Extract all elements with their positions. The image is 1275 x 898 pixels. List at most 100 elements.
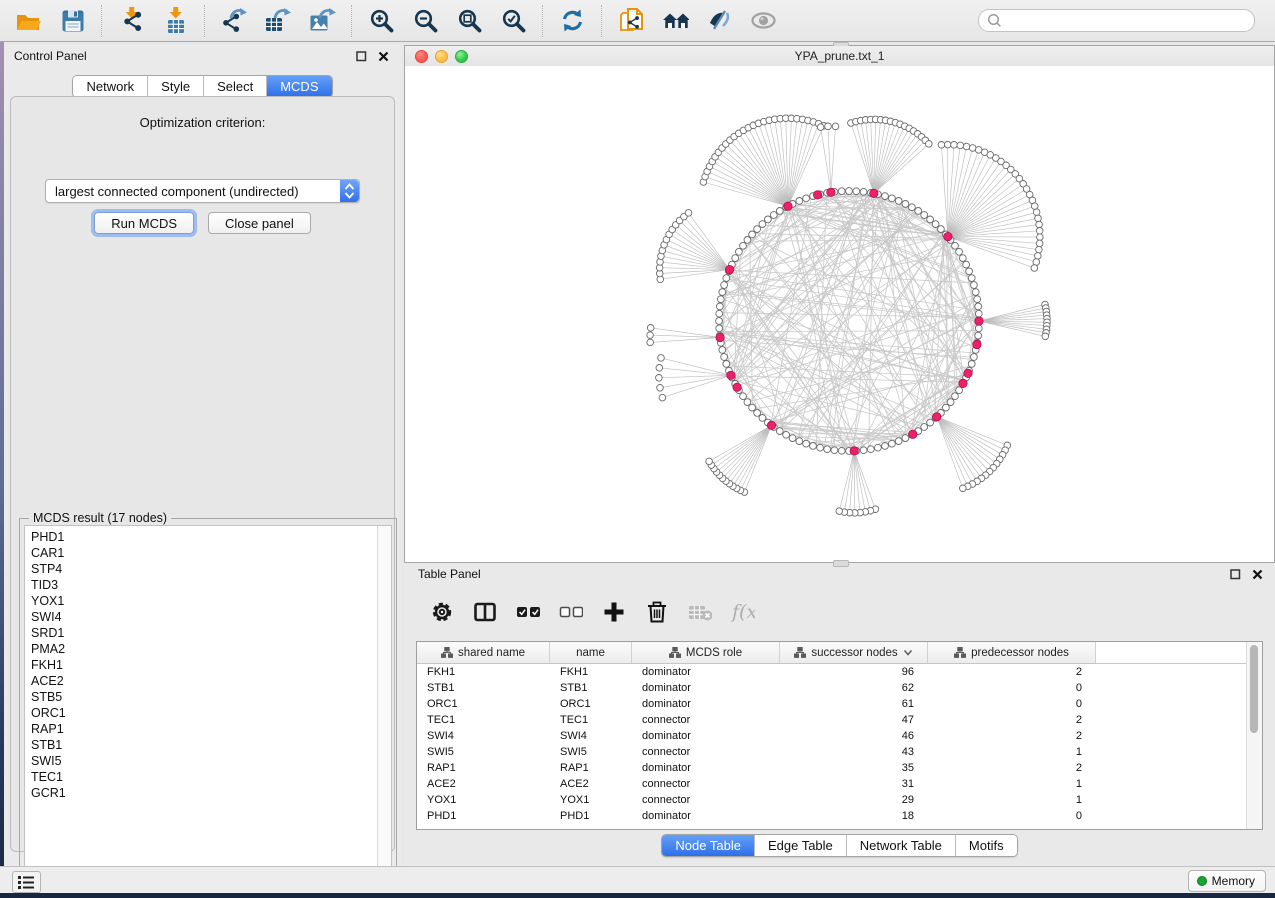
table-toolbar: f(x) <box>404 589 1275 635</box>
table-options-icon[interactable] <box>430 600 454 624</box>
table-tabstrip: Node TableEdge TableNetwork TableMotifs <box>404 834 1275 857</box>
table-tab-node-table[interactable]: Node Table <box>662 835 754 856</box>
table-row[interactable]: ORC1ORC1dominator610 <box>417 696 1246 712</box>
zoom-fit-icon[interactable] <box>456 7 483 34</box>
tab-style[interactable]: Style <box>147 76 203 97</box>
list-item[interactable]: STB1 <box>31 737 377 753</box>
export-table-icon[interactable] <box>265 7 292 34</box>
clone-network-icon[interactable] <box>618 7 645 34</box>
network-titlebar[interactable]: YPA_prune.txt_1 <box>405 46 1274 67</box>
network-graph[interactable] <box>405 66 1274 562</box>
search-input[interactable] <box>1003 12 1254 30</box>
list-item[interactable]: RAP1 <box>31 721 377 737</box>
save-session-icon[interactable] <box>59 7 86 34</box>
table-tab-network-table[interactable]: Network Table <box>846 835 955 856</box>
deselect-all-icon[interactable] <box>559 600 583 624</box>
list-item[interactable]: CAR1 <box>31 545 377 561</box>
memory-button[interactable]: Memory <box>1188 870 1266 892</box>
list-item[interactable]: TID3 <box>31 577 377 593</box>
float-icon[interactable] <box>1229 568 1241 580</box>
table-row[interactable]: SWI4SWI4dominator462 <box>417 728 1246 744</box>
toolbar-icon-groups <box>0 5 792 37</box>
network-home-icon[interactable] <box>662 7 689 34</box>
float-icon[interactable] <box>355 50 367 62</box>
toolbar-group <box>603 7 792 34</box>
zoom-out-icon[interactable] <box>412 7 439 34</box>
table-tab-edge-table[interactable]: Edge Table <box>754 835 846 856</box>
cell-predecessor-nodes: 2 <box>928 712 1096 728</box>
list-item[interactable]: SWI4 <box>31 609 377 625</box>
table-panel: Table Panel f(x) shared namenameMCDS rol… <box>404 563 1275 866</box>
tree-icon <box>794 647 806 658</box>
cell-predecessor-nodes: 2 <box>928 664 1096 680</box>
table-scrollbar-thumb[interactable] <box>1250 645 1258 733</box>
table-row[interactable]: RAP1RAP1dominator352 <box>417 760 1246 776</box>
close-icon[interactable] <box>1251 568 1263 580</box>
mcds-list-scrollbar[interactable] <box>377 526 391 885</box>
show-columns-icon[interactable] <box>473 600 497 624</box>
table-row[interactable]: STB1STB1dominator620 <box>417 680 1246 696</box>
cell-successor-nodes: 29 <box>780 792 928 808</box>
hide-panels-icon[interactable] <box>706 7 733 34</box>
run-mcds-button[interactable]: Run MCDS <box>94 212 194 234</box>
column-label: shared name <box>458 647 525 659</box>
table-row[interactable]: ACE2ACE2connector311 <box>417 776 1246 792</box>
cell-predecessor-nodes: 2 <box>928 760 1096 776</box>
table-row[interactable]: FKH1FKH1dominator962 <box>417 664 1246 680</box>
column-header-mcds-role[interactable]: MCDS role <box>632 642 780 663</box>
tab-mcds[interactable]: MCDS <box>266 76 331 97</box>
list-item[interactable]: STP4 <box>31 561 377 577</box>
list-item[interactable]: STB5 <box>31 689 377 705</box>
column-header-predecessor-nodes[interactable]: predecessor nodes <box>928 642 1096 663</box>
list-item[interactable]: PHD1 <box>31 529 377 545</box>
cell-successor-nodes: 31 <box>780 776 928 792</box>
column-header-successor-nodes[interactable]: successor nodes <box>780 642 928 663</box>
export-image-icon[interactable] <box>309 7 336 34</box>
close-panel-button[interactable]: Close panel <box>208 212 311 234</box>
task-history-button[interactable] <box>12 871 41 893</box>
close-icon[interactable] <box>377 50 389 62</box>
list-item[interactable]: PMA2 <box>31 641 377 657</box>
mcds-result-list: PHD1CAR1STP4TID3YOX1SWI4SRD1PMA2FKH1ACE2… <box>24 525 392 886</box>
table-scrollbar[interactable] <box>1246 642 1262 829</box>
cell-predecessor-nodes: 1 <box>928 776 1096 792</box>
cell-name: FKH1 <box>550 664 632 680</box>
list-item[interactable]: ORC1 <box>31 705 377 721</box>
tab-select[interactable]: Select <box>203 76 266 97</box>
list-item[interactable]: SRD1 <box>31 625 377 641</box>
optimization-dropdown[interactable]: largest connected component (undirected) <box>45 179 360 203</box>
list-icon <box>17 874 36 890</box>
list-item[interactable]: GCR1 <box>31 785 377 801</box>
cell-predecessor-nodes: 2 <box>928 728 1096 744</box>
table-tab-motifs[interactable]: Motifs <box>955 835 1017 856</box>
node-table: shared name nameMCDS rolesuccessor nodesp… <box>416 641 1263 830</box>
column-header-name[interactable]: name <box>550 642 632 663</box>
delete-columns-icon[interactable] <box>645 600 669 624</box>
cell-shared-name: STB1 <box>417 680 550 696</box>
svg-text:f(x): f(x) <box>731 601 755 623</box>
network-canvas[interactable] <box>405 66 1274 562</box>
search-box[interactable] <box>978 9 1255 32</box>
table-row[interactable]: PHD1PHD1dominator180 <box>417 808 1246 824</box>
column-header-shared-name[interactable]: shared name <box>417 642 550 663</box>
add-column-icon[interactable] <box>602 600 626 624</box>
zoom-in-icon[interactable] <box>368 7 395 34</box>
cell-shared-name: SWI4 <box>417 728 550 744</box>
import-network-icon[interactable] <box>118 7 145 34</box>
list-item[interactable]: TEC1 <box>31 769 377 785</box>
table-row[interactable]: SWI5SWI5connector431 <box>417 744 1246 760</box>
list-item[interactable]: SWI5 <box>31 753 377 769</box>
table-row[interactable]: TEC1TEC1connector472 <box>417 712 1246 728</box>
tab-network[interactable]: Network <box>73 76 147 97</box>
refresh-layout-icon[interactable] <box>559 7 586 34</box>
list-item[interactable]: FKH1 <box>31 657 377 673</box>
table-row[interactable]: YOX1YOX1connector291 <box>417 792 1246 808</box>
list-item[interactable]: ACE2 <box>31 673 377 689</box>
import-table-icon[interactable] <box>162 7 189 34</box>
open-session-icon[interactable] <box>15 7 42 34</box>
list-item[interactable]: YOX1 <box>31 593 377 609</box>
cell-shared-name: ORC1 <box>417 696 550 712</box>
select-all-icon[interactable] <box>516 600 540 624</box>
zoom-selected-icon[interactable] <box>500 7 527 34</box>
export-network-icon[interactable] <box>221 7 248 34</box>
